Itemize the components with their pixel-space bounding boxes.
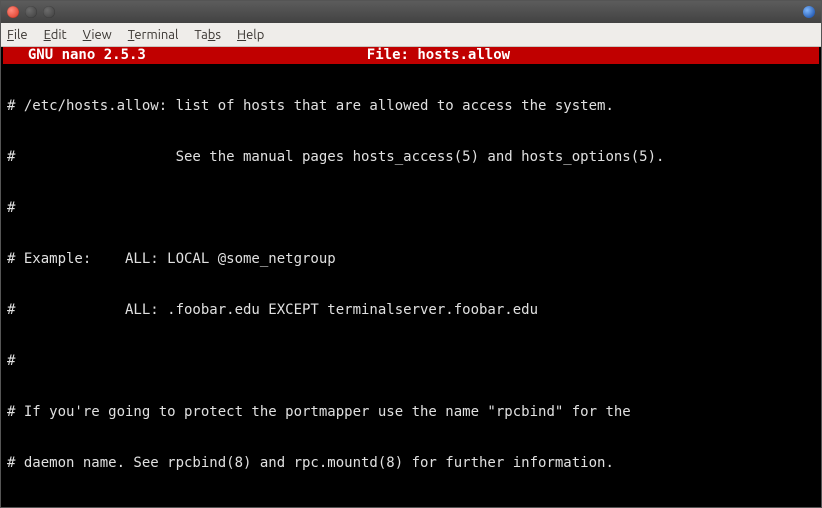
menu-file-rest: ile bbox=[14, 28, 28, 42]
menu-file[interactable]: File bbox=[7, 28, 28, 42]
menu-view[interactable]: View bbox=[83, 28, 112, 42]
menu-tabs-rest: s bbox=[215, 28, 221, 42]
editor-content[interactable]: # /etc/hosts.allow: list of hosts that a… bbox=[3, 64, 819, 507]
content-line: # /etc/hosts.allow: list of hosts that a… bbox=[7, 98, 815, 115]
content-line: # ALL: .foobar.edu EXCEPT terminalserver… bbox=[7, 302, 815, 319]
content-line: # daemon name. See rpcbind(8) and rpc.mo… bbox=[7, 455, 815, 472]
nano-header-right bbox=[731, 47, 811, 64]
content-line: # bbox=[7, 200, 815, 217]
menu-terminal[interactable]: Terminal bbox=[128, 28, 179, 42]
content-line: # Example: ALL: LOCAL @some_netgroup bbox=[7, 251, 815, 268]
menu-help[interactable]: Help bbox=[237, 28, 264, 42]
maximize-icon[interactable] bbox=[43, 6, 55, 18]
menu-view-rest: iew bbox=[91, 28, 111, 42]
minimize-icon[interactable] bbox=[25, 6, 37, 18]
content-line: # See the manual pages hosts_access(5) a… bbox=[7, 149, 815, 166]
nano-version: GNU nano 2.5.3 bbox=[11, 47, 146, 64]
menu-help-rest: elp bbox=[246, 28, 264, 42]
menu-tabs[interactable]: Tabs bbox=[194, 28, 221, 42]
menu-edit-rest: dit bbox=[51, 28, 67, 42]
content-line: # bbox=[7, 506, 815, 507]
nano-filename: File: hosts.allow bbox=[146, 47, 731, 64]
menu-tabs-pre: Ta bbox=[194, 28, 207, 42]
menu-edit[interactable]: Edit bbox=[44, 28, 67, 42]
nano-header: GNU nano 2.5.3 File: hosts.allow bbox=[3, 47, 819, 64]
assist-orb-icon bbox=[803, 6, 815, 18]
window-titlebar bbox=[1, 1, 821, 23]
menu-terminal-rest: erminal bbox=[134, 28, 178, 42]
content-line: # bbox=[7, 353, 815, 370]
terminal[interactable]: GNU nano 2.5.3 File: hosts.allow # /etc/… bbox=[1, 47, 821, 507]
menubar: File Edit View Terminal Tabs Help bbox=[1, 23, 821, 47]
close-icon[interactable] bbox=[7, 6, 19, 18]
content-line: # If you're going to protect the portmap… bbox=[7, 404, 815, 421]
